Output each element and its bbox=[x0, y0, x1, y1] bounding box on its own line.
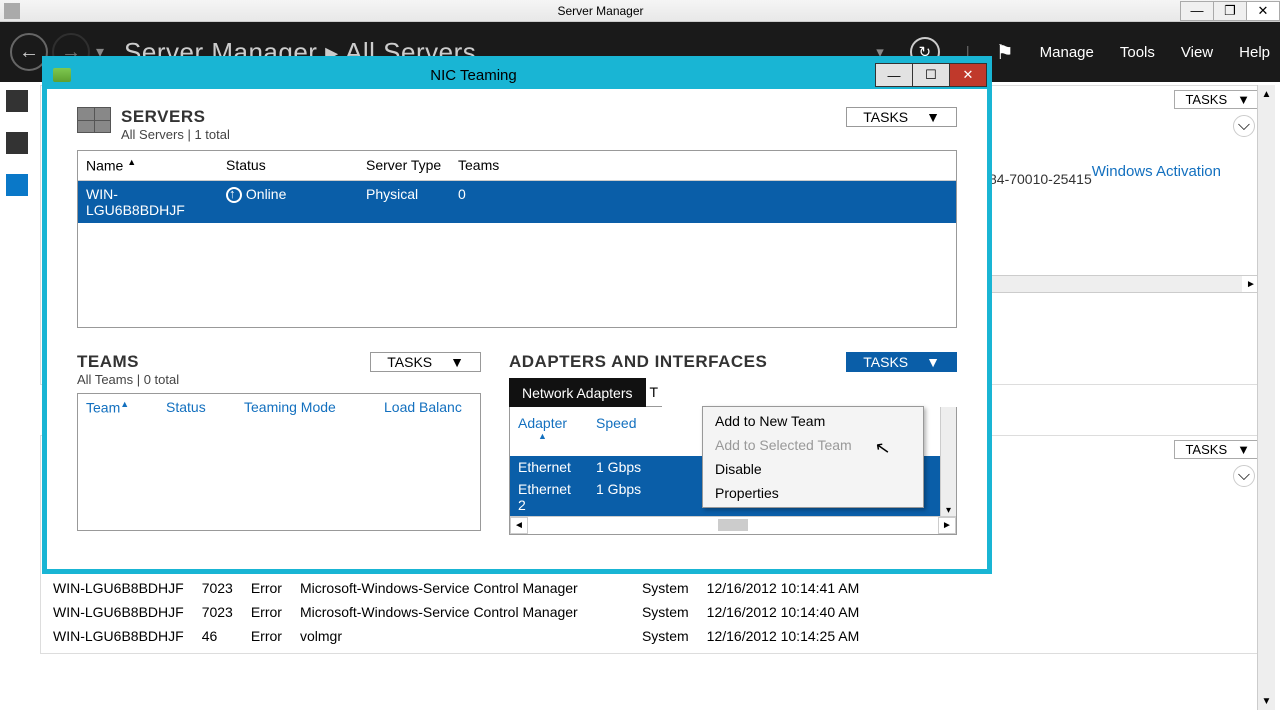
teams-grid: Team▲ Status Teaming Mode Load Balanc bbox=[77, 393, 481, 531]
col-teams[interactable]: Teams bbox=[450, 151, 507, 180]
tasks-button-events[interactable]: TASKS▼ bbox=[1174, 440, 1261, 459]
adapter-name: Ethernet bbox=[510, 456, 588, 478]
dialog-icon bbox=[53, 68, 71, 82]
servers-grid: Name ▲ Status Server Type Teams WIN-LGU6… bbox=[77, 150, 957, 328]
ctx-disable[interactable]: Disable bbox=[705, 457, 921, 481]
col-type[interactable]: Server Type bbox=[358, 151, 450, 180]
adapters-title: ADAPTERS AND INTERFACES bbox=[509, 352, 767, 372]
dialog-title: NIC Teaming bbox=[71, 67, 876, 84]
window-title: Server Manager bbox=[20, 4, 1181, 18]
close-button[interactable]: ✕ bbox=[1246, 1, 1280, 21]
dialog-close-button[interactable]: ✕ bbox=[949, 63, 987, 87]
tasks-button-adapters[interactable]: TASKS▼ bbox=[846, 352, 957, 372]
server-type: Physical bbox=[358, 181, 450, 223]
tasks-button-properties[interactable]: TASKS▼ bbox=[1174, 90, 1261, 109]
rail-allservers-icon[interactable] bbox=[6, 174, 28, 196]
tasks-button-teams[interactable]: TASKS▼ bbox=[370, 352, 481, 372]
minimize-button[interactable]: — bbox=[1180, 1, 1214, 21]
servers-subtitle: All Servers | 1 total bbox=[121, 127, 230, 142]
teams-header: TEAMS All Teams | 0 total TASKS▼ bbox=[77, 352, 481, 387]
main-titlebar: Server Manager — ❐ ✕ bbox=[0, 0, 1280, 22]
col-name[interactable]: Name ▲ bbox=[78, 151, 218, 180]
adapters-header: ADAPTERS AND INTERFACES TASKS▼ bbox=[509, 352, 957, 372]
adapter-tabs: Network Adapters T bbox=[509, 378, 957, 407]
collapse-button-events[interactable]: ⌵ bbox=[1233, 465, 1255, 487]
teams-title: TEAMS bbox=[77, 352, 179, 372]
collapse-button[interactable]: ⌵ bbox=[1233, 115, 1255, 137]
vscrollbar[interactable]: ▲▼ bbox=[1257, 85, 1275, 710]
teams-grid-header: Team▲ Status Teaming Mode Load Balanc bbox=[78, 394, 480, 421]
server-teams: 0 bbox=[450, 181, 474, 223]
col-speed[interactable]: Speed bbox=[588, 411, 644, 452]
adapter-speed: 1 Gbps bbox=[588, 456, 649, 478]
servers-title: SERVERS bbox=[121, 107, 230, 127]
col-team-lb[interactable]: Load Balanc bbox=[376, 394, 470, 421]
servers-section-header: SERVERS All Servers | 1 total TASKS▼ bbox=[77, 107, 957, 142]
ctx-properties[interactable]: Properties bbox=[705, 481, 921, 505]
servers-grid-header: Name ▲ Status Server Type Teams bbox=[78, 151, 956, 181]
server-row[interactable]: WIN-LGU6B8BDHJF Online Physical 0 bbox=[78, 181, 956, 223]
rail-dashboard-icon[interactable] bbox=[6, 90, 28, 112]
teams-subtitle: All Teams | 0 total bbox=[77, 372, 179, 387]
activation-link[interactable]: Windows Activation bbox=[1092, 163, 1221, 180]
servers-icon bbox=[77, 107, 111, 133]
adapter-hscroll[interactable]: ◄► bbox=[510, 516, 956, 534]
app-icon bbox=[4, 3, 20, 19]
notifications-flag-icon[interactable]: ⚑ bbox=[996, 40, 1014, 65]
teams-section: TEAMS All Teams | 0 total TASKS▼ Team▲ S… bbox=[77, 352, 481, 535]
window-controls: — ❐ ✕ bbox=[1181, 1, 1280, 21]
menu-view[interactable]: View bbox=[1181, 44, 1213, 61]
server-status: Online bbox=[218, 181, 358, 223]
tasks-button-servers[interactable]: TASKS▼ bbox=[846, 107, 957, 127]
col-status[interactable]: Status bbox=[218, 151, 358, 180]
col-team-mode[interactable]: Teaming Mode bbox=[236, 394, 376, 421]
server-name: WIN-LGU6B8BDHJF bbox=[78, 181, 218, 223]
adapter-name: Ethernet 2 bbox=[510, 478, 588, 516]
col-adapter[interactable]: Adapter▲ bbox=[510, 411, 588, 452]
tab-team-interfaces[interactable]: T bbox=[646, 378, 663, 407]
rail-local-icon[interactable] bbox=[6, 132, 28, 154]
online-icon bbox=[226, 187, 242, 203]
ctx-add-new-team[interactable]: Add to New Team bbox=[705, 409, 921, 433]
maximize-button[interactable]: ❐ bbox=[1213, 1, 1247, 21]
event-row[interactable]: WIN-LGU6B8BDHJF7023ErrorMicrosoft-Window… bbox=[51, 577, 873, 599]
col-team[interactable]: Team▲ bbox=[78, 394, 158, 421]
dialog-titlebar[interactable]: NIC Teaming — ☐ ✕ bbox=[47, 61, 987, 89]
left-rail bbox=[6, 90, 36, 196]
tab-network-adapters[interactable]: Network Adapters bbox=[509, 378, 646, 407]
col-team-status[interactable]: Status bbox=[158, 394, 236, 421]
menu-manage[interactable]: Manage bbox=[1040, 44, 1094, 61]
event-row[interactable]: WIN-LGU6B8BDHJF7023ErrorMicrosoft-Window… bbox=[51, 601, 873, 623]
adapter-speed: 1 Gbps bbox=[588, 478, 649, 516]
dialog-minimize-button[interactable]: — bbox=[875, 63, 913, 87]
menu-help[interactable]: Help bbox=[1239, 44, 1270, 61]
adapter-vscroll[interactable]: ▾ bbox=[940, 407, 956, 516]
menu-tools[interactable]: Tools bbox=[1120, 44, 1155, 61]
dialog-maximize-button[interactable]: ☐ bbox=[912, 63, 950, 87]
event-row[interactable]: WIN-LGU6B8BDHJF46ErrorvolmgrSystem12/16/… bbox=[51, 625, 873, 647]
